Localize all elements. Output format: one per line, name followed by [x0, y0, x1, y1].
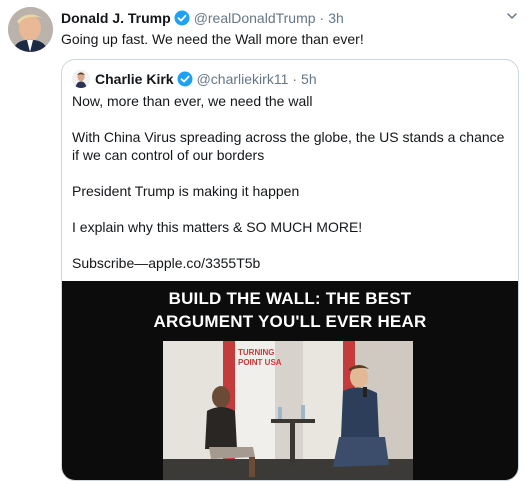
- tweet-time[interactable]: 3h: [328, 10, 344, 26]
- quoted-paragraph: President Trump is making it happen: [72, 183, 300, 199]
- video-title-line: BUILD THE WALL: THE BEST: [168, 289, 412, 308]
- author-avatar[interactable]: [8, 7, 53, 52]
- quoted-tweet[interactable]: Charlie Kirk @charliekirk11 · 5h Now, mo…: [61, 59, 519, 481]
- verified-badge-icon: [177, 71, 193, 87]
- separator: ·: [319, 10, 325, 26]
- video-title-line: ARGUMENT YOU'LL EVER HEAR: [153, 312, 427, 331]
- separator: ·: [292, 71, 298, 87]
- tweet[interactable]: Donald J. Trump @realDonaldTrump · 3h Go…: [0, 0, 529, 481]
- video-player[interactable]: BUILD THE WALL: THE BEST ARGUMENT YOU'LL…: [62, 281, 518, 480]
- video-title: BUILD THE WALL: THE BEST ARGUMENT YOU'LL…: [62, 287, 518, 333]
- quoted-paragraph: With China Virus spreading across the gl…: [72, 129, 505, 163]
- tweet-text: Going up fast. We need the Wall more tha…: [61, 31, 364, 47]
- author-name[interactable]: Donald J. Trump: [61, 10, 171, 26]
- quoted-author-name[interactable]: Charlie Kirk: [95, 71, 174, 87]
- quoted-tweet-time[interactable]: 5h: [301, 71, 317, 87]
- quoted-link-paragraph[interactable]: Subscribe—apple.co/3355T5b: [72, 254, 260, 272]
- video-thumbnail[interactable]: TURNING POINT USA: [163, 341, 413, 480]
- quoted-author-avatar: [72, 70, 90, 88]
- verified-badge-icon: [174, 10, 190, 26]
- quoted-author-handle[interactable]: @charliekirk11: [197, 71, 289, 87]
- tweet-header: Donald J. Trump @realDonaldTrump · 3h: [61, 8, 344, 28]
- caret-down-icon[interactable]: [505, 9, 519, 23]
- author-handle[interactable]: @realDonaldTrump: [194, 10, 316, 26]
- quoted-paragraph: I explain why this matters & SO MUCH MOR…: [72, 219, 363, 235]
- backdrop-text: POINT USA: [238, 358, 282, 367]
- quoted-tweet-header: Charlie Kirk @charliekirk11 · 5h: [72, 69, 317, 89]
- backdrop-text: TURNING: [238, 348, 274, 357]
- quoted-paragraph: Now, more than ever, we need the wall: [72, 93, 313, 109]
